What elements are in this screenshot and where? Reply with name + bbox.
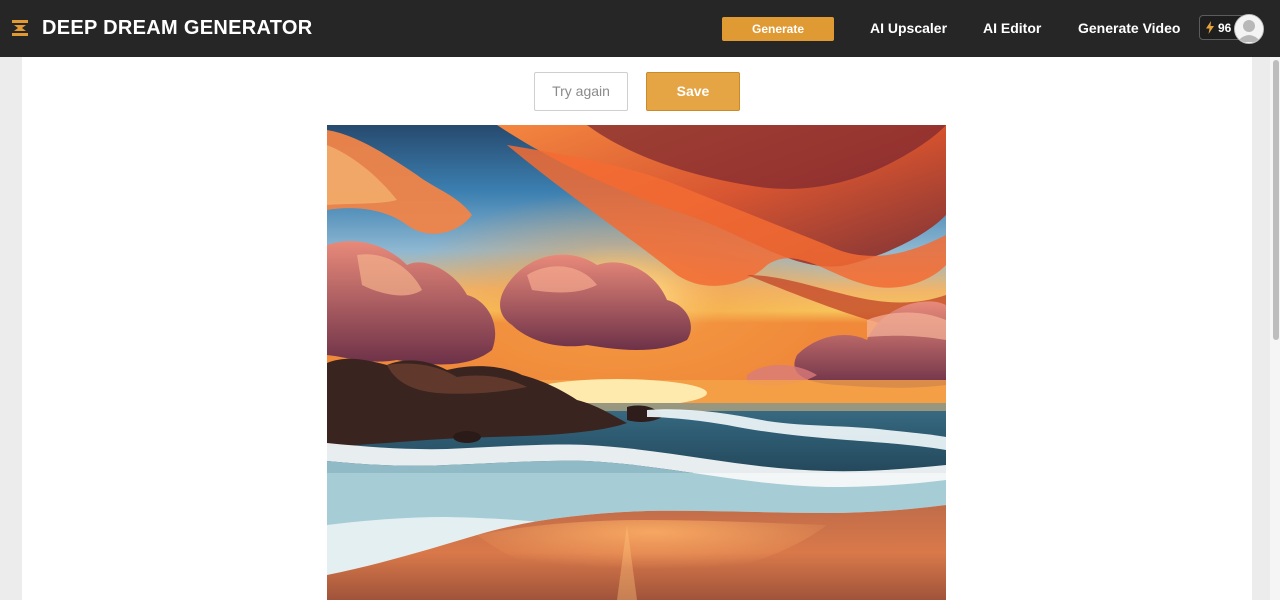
nav-ai-editor[interactable]: AI Editor <box>983 20 1041 36</box>
credits-count: 96 <box>1218 21 1232 35</box>
nav-generate-video[interactable]: Generate Video <box>1078 20 1180 36</box>
nav-ai-upscaler[interactable]: AI Upscaler <box>870 20 947 36</box>
generate-button[interactable]: Generate <box>722 17 834 41</box>
top-navigation-bar: DEEP DREAM GENERATOR Generate AI Upscale… <box>0 0 1280 57</box>
page-scrollbar-thumb[interactable] <box>1273 60 1279 340</box>
hourglass-menu-icon[interactable] <box>12 20 28 36</box>
brand-logo-text[interactable]: DEEP DREAM GENERATOR <box>42 17 312 39</box>
main-content-panel: Try again Save <box>22 57 1252 600</box>
lightning-bolt-icon <box>1206 21 1214 34</box>
save-button[interactable]: Save <box>646 72 740 111</box>
user-avatar-icon[interactable] <box>1234 14 1264 44</box>
generated-image <box>327 125 946 600</box>
try-again-button[interactable]: Try again <box>534 72 628 111</box>
